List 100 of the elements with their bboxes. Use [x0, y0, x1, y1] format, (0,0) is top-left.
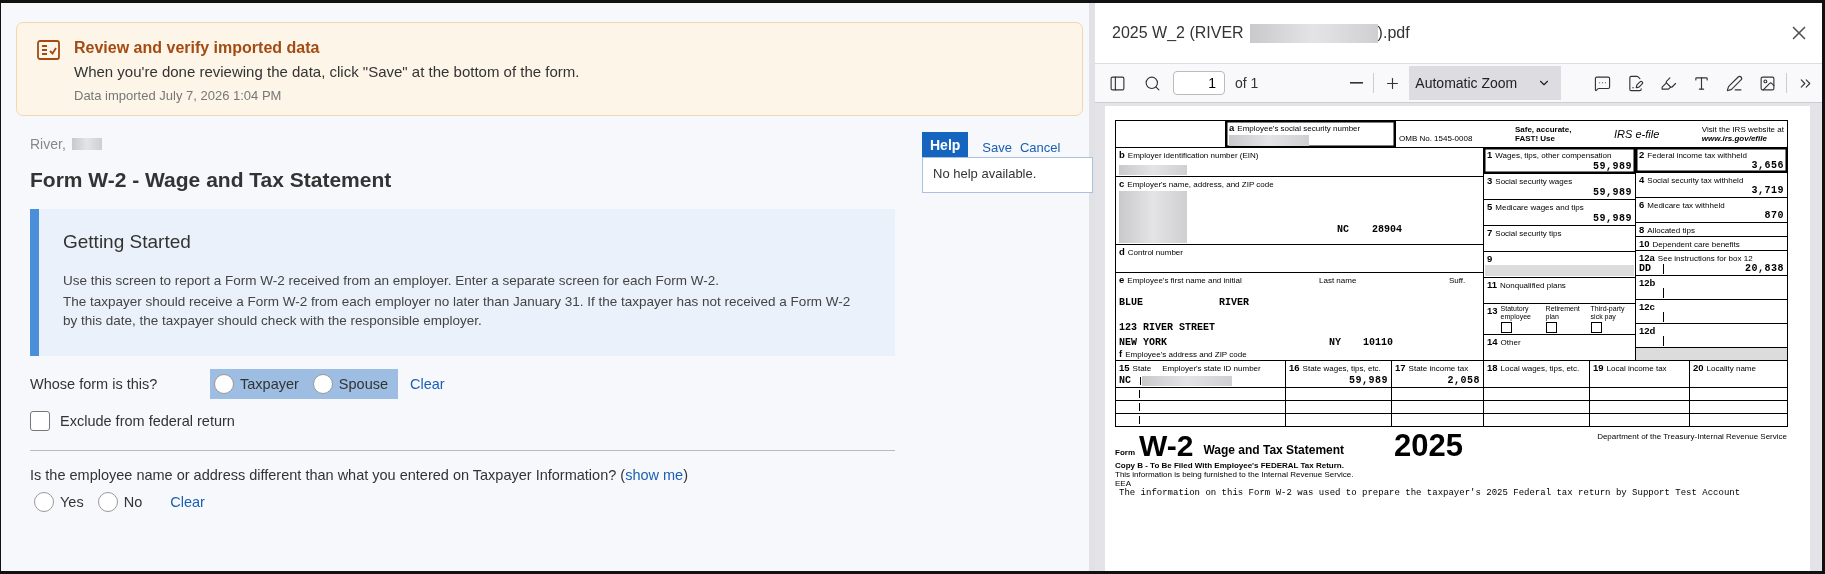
box-number: 18: [1487, 362, 1498, 373]
import-date: Data imported July 7, 2026 1:04 PM: [74, 88, 283, 103]
eea-text: EEA: [1115, 479, 1132, 488]
box-label: Social security tips: [1495, 229, 1562, 238]
box-label: State income tax: [1408, 364, 1469, 373]
employee-name: BLUE: [1119, 297, 1144, 308]
help-tab[interactable]: Help: [922, 132, 969, 157]
box-letter: e: [1119, 274, 1125, 285]
employee-state: NY: [1329, 337, 1342, 348]
search-icon: [1144, 74, 1161, 92]
box-label: Medicare tax withheld: [1647, 201, 1725, 210]
copy-text: Copy B - To Be Filed With Employee's FEDERAL Tax Return.: [1115, 461, 1345, 470]
form-word: Form: [1115, 448, 1135, 457]
signature-icon: [1627, 74, 1644, 92]
box-number: 12d: [1639, 325, 1656, 336]
tagline-text: Safe, accurate,: [1514, 125, 1572, 134]
box-number: 1: [1487, 149, 1493, 160]
radio-button[interactable]: [312, 373, 333, 394]
box-label: Dependent care benefits: [1652, 240, 1740, 249]
box-value: 59,989: [1593, 161, 1632, 172]
box-value: 59,989: [1593, 187, 1632, 198]
box-label: Employer's name, address, and ZIP code: [1127, 179, 1274, 189]
box-value: 20,838: [1745, 263, 1784, 274]
radio-button[interactable]: [34, 491, 54, 512]
box-number: 9: [1487, 253, 1493, 264]
radio-option[interactable]: Taxpayer: [214, 373, 299, 394]
form-title: Form W-2 - Wage and Tax Statement: [30, 168, 393, 192]
box-number: 10: [1639, 238, 1650, 249]
field-label: Whose form is this?: [30, 375, 159, 392]
box-number: 12c: [1639, 301, 1655, 312]
box-code: DD: [1639, 263, 1652, 274]
box-number: 5: [1487, 201, 1493, 212]
box-label: Employer identification number (EIN): [1127, 151, 1259, 160]
highlighter-icon: [1660, 74, 1677, 92]
page-number-field[interactable]: 1: [1173, 71, 1225, 95]
radio-button[interactable]: [214, 373, 234, 394]
box-label: Employee's first name and initial: [1127, 276, 1242, 285]
box-value: 870: [1764, 210, 1784, 221]
furnished-text: This information is being furnished to the Internal Revenue Service.: [1115, 470, 1355, 479]
box-value: 59,989: [1593, 213, 1632, 224]
radio-option[interactable]: Yes: [34, 491, 84, 512]
checkbox[interactable]: [1500, 322, 1512, 333]
box-label: Wages, tips, other compensation: [1495, 151, 1612, 160]
box-label: Employer's state ID number: [1162, 364, 1261, 373]
website-text: www.irs.gov/efile: [1701, 134, 1768, 143]
checkbox-option[interactable]: Exclude from federal return: [30, 410, 895, 431]
panel-text: Use this screen to report a Form W-2 received from an employer. Enter a separate screen for each Form W-2.: [63, 272, 720, 290]
redaction-bar: [1119, 164, 1187, 175]
employee-street: 123 RIVER STREET: [1119, 322, 1215, 333]
person-name: River,: [30, 136, 66, 152]
checklist-icon: [37, 40, 60, 60]
box-label: Social security tax withheld: [1647, 176, 1744, 185]
address-state: NC: [1337, 223, 1350, 235]
zoom-select[interactable]: Automatic Zoom: [1409, 66, 1562, 100]
employee-zip: 10110: [1363, 337, 1393, 348]
minus-icon: [1350, 82, 1364, 84]
checkbox[interactable]: [30, 410, 50, 431]
box-label: Social security wages: [1495, 177, 1573, 186]
redaction-bar: [71, 138, 102, 150]
radio-option[interactable]: Spouse: [312, 373, 389, 394]
cancel-link[interactable]: Cancel: [1020, 140, 1061, 157]
form-year: 2025: [1394, 432, 1464, 460]
box-number: 19: [1593, 362, 1604, 373]
box-number: 7: [1487, 227, 1493, 238]
sidebar-icon: [1109, 74, 1126, 92]
page-count: of 1: [1235, 75, 1259, 91]
employee-name: RIVER: [1219, 297, 1249, 308]
file-title: 2025 W_2 (RIVER: [1112, 24, 1244, 42]
box-letter: a: [1229, 122, 1235, 133]
banner-title: Review and verify imported data: [74, 39, 321, 57]
radio-option[interactable]: No: [97, 491, 143, 512]
show-me-link[interactable]: show me: [625, 466, 684, 483]
box-value: 3,719: [1751, 185, 1784, 196]
box-label: Allocated tips: [1647, 226, 1695, 235]
box-value: NC: [1119, 375, 1132, 386]
box-label: Federal income tax withheld: [1647, 151, 1747, 160]
question-text: Is the employee name or address different than what you entered on Taxpayer Information? (show me): [30, 466, 689, 483]
radio-button[interactable]: [97, 491, 118, 512]
help-message: No help available.: [922, 157, 1093, 193]
box-label: Medicare wages and tips: [1495, 203, 1584, 212]
department-text: Department of the Treasury-Internal Revenue Service: [1597, 432, 1787, 441]
box-label: Employee's address and ZIP code: [1125, 350, 1247, 359]
box-value: 2,058: [1447, 375, 1480, 386]
checkbox[interactable]: [1545, 322, 1557, 333]
banner-message: When you're done reviewing the data, click "Save" at the bottom of the form.: [74, 63, 580, 80]
box-number: 13: [1487, 305, 1498, 316]
box-number: 15: [1119, 362, 1130, 373]
save-link[interactable]: Save: [982, 140, 1012, 157]
box-label: See instructions for box 12: [1657, 254, 1753, 263]
box-value: 3,656: [1751, 160, 1784, 171]
box-value: 59,989: [1349, 375, 1388, 386]
checkbox[interactable]: [1590, 322, 1602, 333]
redaction-bar: [1119, 190, 1187, 243]
clear-link[interactable]: Clear: [410, 375, 445, 392]
box-letter: c: [1119, 177, 1125, 189]
box-letter: b: [1119, 149, 1125, 160]
box-label: Suff.: [1449, 276, 1466, 285]
box-label: Local wages, tips, etc.: [1500, 364, 1580, 373]
box-number: 8: [1639, 224, 1645, 235]
clear-link[interactable]: Clear: [170, 493, 205, 510]
